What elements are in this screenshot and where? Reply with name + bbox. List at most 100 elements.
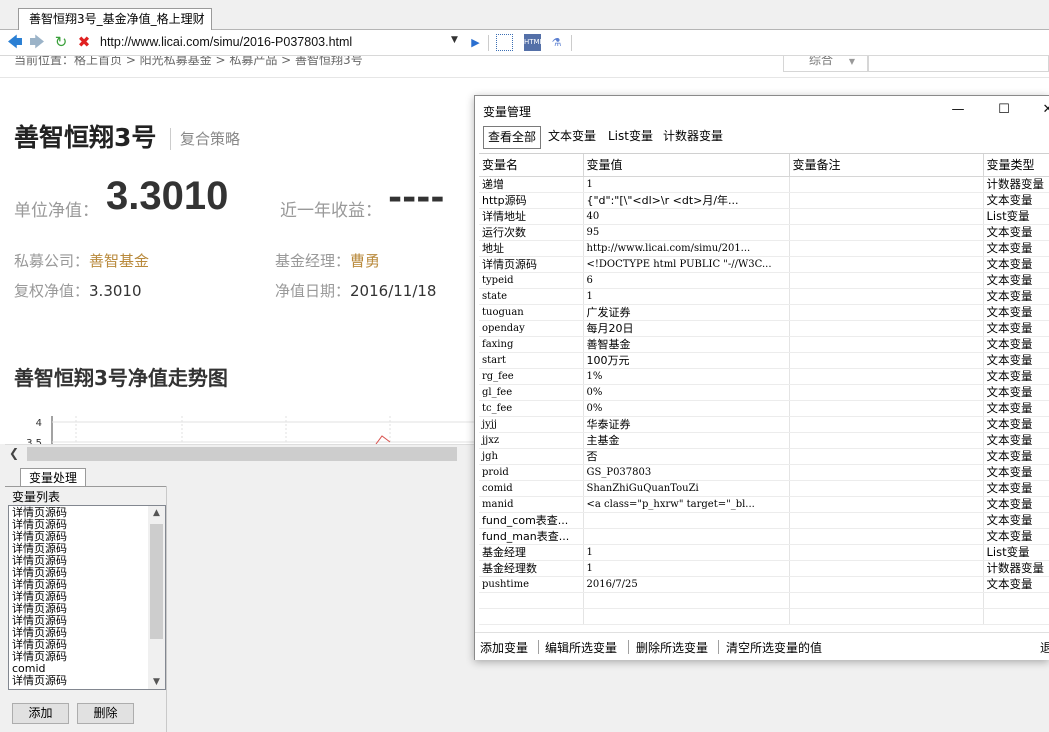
- cell-note[interactable]: [789, 320, 984, 337]
- cell-note[interactable]: [789, 304, 984, 321]
- cell-type[interactable]: 文本变量: [983, 192, 1049, 209]
- cell-type[interactable]: 文本变量: [983, 224, 1049, 241]
- cell-type[interactable]: 文本变量: [983, 512, 1049, 529]
- cell-name[interactable]: fund_man表查...: [479, 528, 584, 545]
- cell-note[interactable]: [789, 256, 984, 273]
- cell-value[interactable]: 1%: [583, 368, 790, 385]
- col-header-name[interactable]: 变量名: [479, 154, 584, 177]
- col-header-value[interactable]: 变量值: [583, 154, 790, 177]
- cell-value[interactable]: 善智基金: [583, 336, 790, 353]
- cell-note[interactable]: [789, 192, 984, 209]
- cell-type[interactable]: 文本变量: [983, 432, 1049, 449]
- table-row[interactable]: jgh 否 文本变量: [479, 448, 1049, 465]
- cell-type[interactable]: 计数器变量: [983, 176, 1049, 193]
- cell-name[interactable]: http源码: [479, 192, 584, 209]
- cell-note[interactable]: [789, 208, 984, 225]
- manager-link[interactable]: 曹勇: [350, 252, 380, 270]
- cell-name[interactable]: rg_fee: [479, 368, 584, 385]
- cell-note[interactable]: [789, 272, 984, 289]
- cell-type[interactable]: 文本变量: [983, 384, 1049, 401]
- table-row[interactable]: 基金经理数 1 计数器变量: [479, 560, 1049, 577]
- cell-note[interactable]: [789, 544, 984, 561]
- search-input[interactable]: [868, 56, 1049, 72]
- cell-type[interactable]: 文本变量: [983, 496, 1049, 513]
- cell-value[interactable]: 2016/7/25: [583, 576, 790, 593]
- cell-note[interactable]: [789, 448, 984, 465]
- tab-text-variables[interactable]: 文本变量: [544, 126, 600, 149]
- cell-note[interactable]: [789, 512, 984, 529]
- scroll-thumb[interactable]: [27, 447, 457, 461]
- cell-type[interactable]: 文本变量: [983, 480, 1049, 497]
- cell-value[interactable]: 6: [583, 272, 790, 289]
- cell-name[interactable]: typeid: [479, 272, 584, 289]
- cell-name[interactable]: faxing: [479, 336, 584, 353]
- cell-name[interactable]: 递增: [479, 176, 584, 193]
- forward-icon[interactable]: 🡆: [28, 33, 46, 51]
- variable-grid[interactable]: 变量名 变量值 变量备注 变量类型 递增 1 计数器变量 http源码 {"d":"[\…: [479, 153, 1049, 671]
- cell-name[interactable]: [479, 608, 584, 625]
- table-row[interactable]: proid GS_P037803 文本变量: [479, 464, 1049, 481]
- edit-variable-button[interactable]: 编辑所选变量: [545, 639, 617, 656]
- variable-listbox[interactable]: 详情页源码 详情页源码 详情页源码 详情页源码 详情页源码 详情页源码 详情页源码 详情页源码…: [8, 505, 166, 690]
- cell-note[interactable]: [789, 336, 984, 353]
- cell-value[interactable]: 1: [583, 544, 790, 561]
- cell-type[interactable]: 文本变量: [983, 336, 1049, 353]
- table-row[interactable]: 运行次数 95 文本变量: [479, 224, 1049, 241]
- table-row[interactable]: typeid 6 文本变量: [479, 272, 1049, 289]
- cell-type[interactable]: [983, 608, 1049, 625]
- cell-type[interactable]: 文本变量: [983, 256, 1049, 273]
- table-row[interactable]: jyjj 华泰证券 文本变量: [479, 416, 1049, 433]
- url-dropdown-icon[interactable]: ▼: [451, 35, 458, 45]
- cell-note[interactable]: [789, 352, 984, 369]
- tab-view-all[interactable]: 查看全部: [483, 126, 542, 149]
- table-row[interactable]: jjxz 主基金 文本变量: [479, 432, 1049, 449]
- cell-value[interactable]: 每月20日: [583, 320, 790, 337]
- cell-value[interactable]: <!DOCTYPE html PUBLIC "-//W3C...: [583, 256, 790, 273]
- cell-note[interactable]: [789, 480, 984, 497]
- cell-note[interactable]: [789, 592, 984, 609]
- cell-type[interactable]: 文本变量: [983, 576, 1049, 593]
- list-scroll-thumb[interactable]: [150, 524, 163, 639]
- cell-value[interactable]: ShanZhiGuQuanTouZi: [583, 480, 790, 497]
- cell-value[interactable]: 95: [583, 224, 790, 241]
- exit-button[interactable]: 退: [1040, 639, 1049, 656]
- scroll-up-icon[interactable]: ▲: [148, 508, 165, 518]
- cell-name[interactable]: start: [479, 352, 584, 369]
- table-row[interactable]: start 100万元 文本变量: [479, 352, 1049, 369]
- select-element-icon[interactable]: [496, 34, 513, 51]
- cell-value[interactable]: http://www.licai.com/simu/201...: [583, 240, 790, 257]
- cell-type[interactable]: 文本变量: [983, 448, 1049, 465]
- go-icon[interactable]: ▶: [467, 34, 484, 51]
- cell-name[interactable]: jgh: [479, 448, 584, 465]
- maximize-icon[interactable]: ☐: [989, 99, 1019, 121]
- cell-note[interactable]: [789, 496, 984, 513]
- cell-value[interactable]: [583, 608, 790, 625]
- cell-name[interactable]: 基金经理: [479, 544, 584, 561]
- cell-note[interactable]: [789, 368, 984, 385]
- table-row[interactable]: pushtime 2016/7/25 文本变量: [479, 576, 1049, 593]
- add-button[interactable]: 添加: [12, 703, 69, 724]
- cell-value[interactable]: [583, 528, 790, 545]
- cell-name[interactable]: 详情地址: [479, 208, 584, 225]
- cell-name[interactable]: proid: [479, 464, 584, 481]
- list-item[interactable]: 详情页源码: [12, 675, 165, 687]
- cell-value[interactable]: 1: [583, 176, 790, 193]
- cell-name[interactable]: gl_fee: [479, 384, 584, 401]
- flask-icon[interactable]: ⚗: [548, 34, 565, 51]
- col-header-note[interactable]: 变量备注: [789, 154, 984, 177]
- table-row[interactable]: 地址 http://www.licai.com/simu/201... 文本变量: [479, 240, 1049, 257]
- cell-name[interactable]: 详情页源码: [479, 256, 584, 273]
- cell-note[interactable]: [789, 288, 984, 305]
- search-type-select[interactable]: 综合 ▼: [783, 56, 868, 72]
- close-icon[interactable]: ✕: [1033, 99, 1049, 121]
- delete-variable-button[interactable]: 删除所选变量: [636, 639, 708, 656]
- cell-name[interactable]: tuoguan: [479, 304, 584, 321]
- clear-variable-button[interactable]: 清空所选变量的值: [726, 639, 822, 656]
- horizontal-scrollbar[interactable]: ❮: [5, 444, 474, 462]
- cell-name[interactable]: openday: [479, 320, 584, 337]
- table-row[interactable]: 基金经理 1 List变量: [479, 544, 1049, 561]
- scroll-left-icon[interactable]: ❮: [9, 446, 19, 460]
- cell-note[interactable]: [789, 240, 984, 257]
- cell-note[interactable]: [789, 608, 984, 625]
- table-row[interactable]: rg_fee 1% 文本变量: [479, 368, 1049, 385]
